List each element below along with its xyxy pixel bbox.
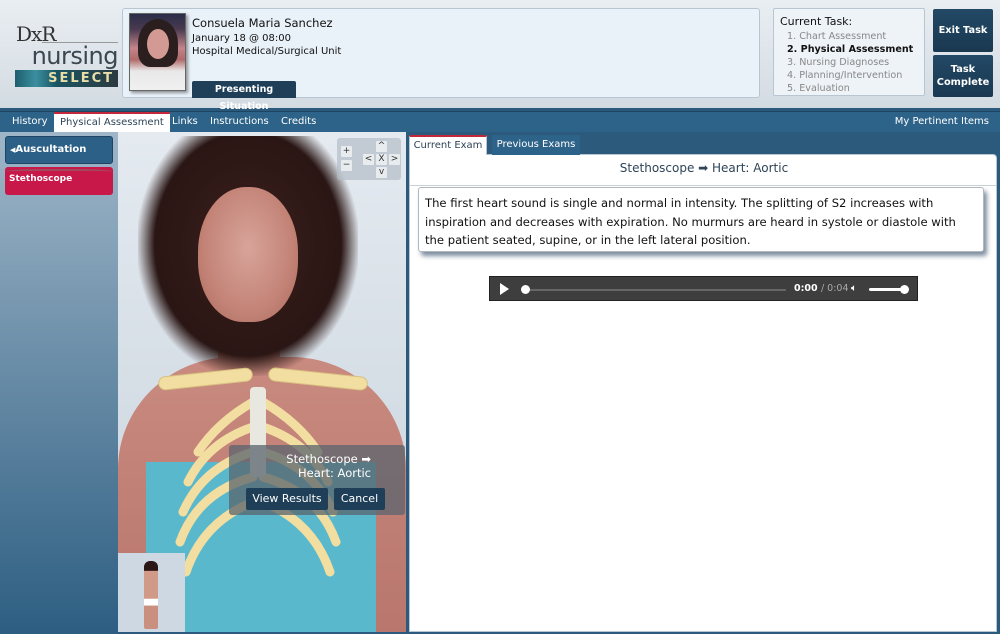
pan-right-button[interactable]: > [389,154,400,165]
audio-seek-bar[interactable] [524,289,786,291]
logo-nursing: nursing [31,42,119,70]
view-results-button[interactable]: View Results [246,488,328,510]
dxr-nursing-logo: DxR nursing SELECT [14,20,119,90]
cancel-button[interactable]: Cancel [334,488,385,510]
play-icon[interactable] [500,283,509,295]
popup-line-2: Heart: Aortic [298,466,371,480]
tab-credits[interactable]: Credits [275,112,322,132]
task-item: 3. Nursing Diagnoses [787,57,890,68]
patient-unit: Hospital Medical/Surgical Unit [192,46,342,57]
patient-datetime: January 18 @ 08:00 [192,33,291,44]
main-nav: History Physical Assessment Links Instru… [0,111,1000,132]
current-task-panel: Current Task: 1. Chart Assessment 2. Phy… [773,8,925,96]
patient-body-viewer[interactable]: + − ^ < X > v Stethoscope ➡ Heart: Aorti… [118,132,406,632]
task-complete-button[interactable]: Task Complete [933,55,993,97]
exam-confirm-popup: Stethoscope ➡ Heart: Aortic View Results… [229,445,405,515]
header: DxR nursing SELECT Consuela Maria Sanche… [0,0,1000,112]
task-complete-label-2: Complete [936,77,990,88]
stethoscope-tool-button[interactable]: Stethoscope [5,167,113,195]
auscultation-category-button[interactable]: ◀Auscultation [5,136,113,164]
volume-handle[interactable] [900,285,909,294]
popup-label: Stethoscope ➡ Heart: Aortic [229,452,399,480]
back-view-figure [144,561,158,629]
patient-card: Consuela Maria Sanchez January 18 @ 08:0… [122,8,760,112]
tab-current-exam[interactable]: Current Exam [409,135,487,155]
zoom-in-button[interactable]: + [341,146,352,157]
auscultation-label: Auscultation [15,144,87,155]
audio-time: 0:00 / 0:04 [794,283,849,294]
back-view-thumbnail[interactable] [118,553,185,632]
task-complete-label-1: Task [950,64,976,75]
pan-up-button[interactable]: ^ [376,141,387,152]
pan-left-button[interactable]: < [363,154,374,165]
zoom-out-button[interactable]: − [341,160,352,171]
face-image [198,187,298,322]
tab-history[interactable]: History [6,112,54,132]
patient-photo [129,13,186,91]
divider [410,185,996,186]
exam-result-text: The first heart sound is single and norm… [418,187,984,252]
tab-instructions[interactable]: Instructions [204,112,275,132]
presenting-situation-button[interactable]: Presenting Situation [192,81,296,112]
audio-current-time: 0:00 [794,283,818,294]
exam-title: Stethoscope ➡ Heart: Aortic [619,161,789,175]
audio-duration: / 0:04 [820,283,849,294]
patient-name: Consuela Maria Sanchez [192,16,333,30]
popup-line-1: Stethoscope ➡ [286,452,371,466]
logo-select: SELECT [15,70,118,87]
task-item: 1. Chart Assessment [787,31,887,42]
tab-previous-exams[interactable]: Previous Exams [492,135,580,155]
current-task-title: Current Task: [780,15,853,28]
exam-results-area: Stethoscope ➡ Heart: Aortic The first he… [409,135,997,632]
exit-task-button[interactable]: Exit Task [933,9,993,52]
task-item-current: 2. Physical Assessment [787,44,914,55]
zoom-controls: + − ^ < X > v [337,138,401,180]
task-item: 4. Planning/Intervention [787,70,903,81]
tab-physical-assessment[interactable]: Physical Assessment [54,112,170,132]
my-pertinent-items-link[interactable]: My Pertinent Items [895,112,989,132]
reset-view-button[interactable]: X [376,154,387,165]
tool-sidebar: ◀Auscultation Stethoscope [0,132,118,634]
tab-links[interactable]: Links [166,112,204,132]
audio-seek-handle[interactable] [521,285,530,294]
pan-down-button[interactable]: v [376,167,387,178]
stethoscope-label: Stethoscope [9,174,73,184]
volume-icon[interactable]: 🔈︎ [851,283,857,294]
task-item: 5. Evaluation [787,83,850,94]
exam-results-panel: Stethoscope ➡ Heart: Aortic The first he… [409,154,997,632]
audio-player: 0:00 / 0:04 🔈︎ [489,276,918,301]
volume-slider[interactable] [869,288,904,291]
